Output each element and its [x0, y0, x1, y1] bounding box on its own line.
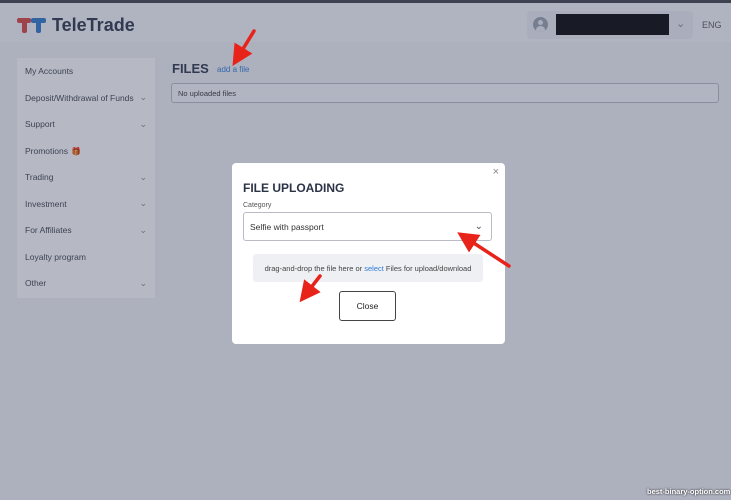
annotation-arrow-dropzone [299, 274, 322, 303]
annotation-arrow-category [457, 232, 511, 268]
annotation-arrow-add-file [232, 29, 256, 66]
annotation-arrows [232, 29, 511, 303]
watermark: best-binary-option.com [647, 487, 731, 496]
